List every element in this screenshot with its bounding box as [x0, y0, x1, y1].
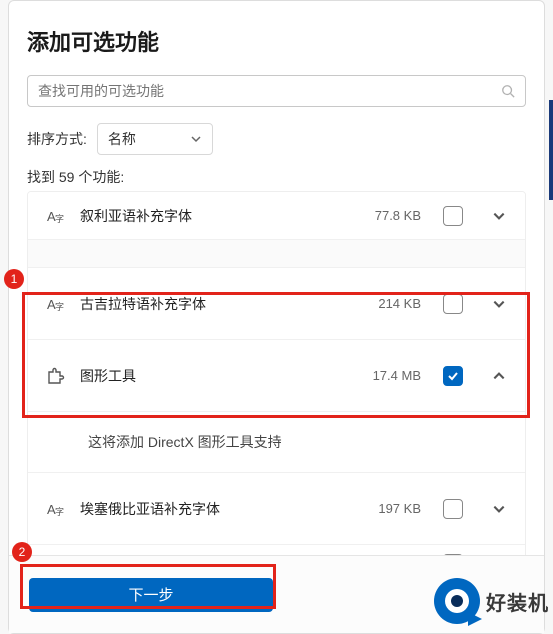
feature-checkbox[interactable]: [443, 294, 463, 314]
chevron-down-icon: [492, 209, 506, 223]
watermark-text: 好装机: [486, 587, 549, 616]
feature-size: 197 KB: [378, 501, 421, 516]
feature-size: 77.8 KB: [375, 208, 421, 223]
feature-description: 这将添加 DirectX 图形工具支持: [28, 412, 525, 473]
features-list: A字 叙利亚语补充字体 77.8 KB A字 古吉拉特语补充字体 214 KB: [27, 191, 526, 584]
next-button[interactable]: 下一步: [29, 578, 273, 612]
font-icon: A字: [44, 498, 66, 520]
list-gap: [28, 240, 525, 268]
collapse-toggle[interactable]: [489, 366, 509, 386]
chevron-up-icon: [492, 369, 506, 383]
feature-name: 图形工具: [80, 366, 359, 386]
check-icon: [447, 370, 459, 382]
dialog-title: 添加可选功能: [27, 25, 526, 57]
search-input[interactable]: [38, 83, 501, 99]
background-edge: [549, 100, 553, 200]
expand-toggle[interactable]: [489, 499, 509, 519]
sort-dropdown[interactable]: 名称: [97, 123, 213, 155]
feature-row[interactable]: A字 埃塞俄比亚语补充字体 197 KB: [28, 473, 525, 545]
feature-name: 古吉拉特语补充字体: [80, 294, 364, 314]
feature-checkbox[interactable]: [443, 366, 463, 386]
extension-icon: [44, 365, 66, 387]
feature-checkbox[interactable]: [443, 499, 463, 519]
annotation-badge-2: 2: [12, 542, 32, 562]
feature-name: 埃塞俄比亚语补充字体: [80, 499, 364, 519]
feature-name: 叙利亚语补充字体: [80, 206, 361, 226]
font-icon: A字: [44, 205, 66, 227]
feature-size: 17.4 MB: [373, 368, 421, 383]
svg-text:字: 字: [55, 213, 64, 224]
watermark: 好装机: [434, 578, 549, 624]
annotation-badge-1: 1: [4, 269, 24, 289]
sort-label: 排序方式:: [27, 129, 87, 149]
chevron-down-icon: [492, 297, 506, 311]
expand-toggle[interactable]: [489, 294, 509, 314]
feature-size: 214 KB: [378, 296, 421, 311]
search-icon: [501, 84, 515, 98]
search-input-container[interactable]: [27, 75, 526, 107]
expand-toggle[interactable]: [489, 206, 509, 226]
feature-row[interactable]: A字 古吉拉特语补充字体 214 KB: [28, 268, 525, 340]
chevron-down-icon: [190, 133, 202, 145]
font-icon: A字: [44, 293, 66, 315]
results-count: 找到 59 个功能:: [27, 167, 526, 187]
feature-checkbox[interactable]: [443, 206, 463, 226]
feature-row[interactable]: A字 叙利亚语补充字体 77.8 KB: [28, 192, 525, 240]
svg-text:字: 字: [55, 301, 64, 312]
watermark-logo-icon: [434, 578, 480, 624]
feature-row[interactable]: 图形工具 17.4 MB: [28, 340, 525, 412]
svg-text:字: 字: [55, 506, 64, 517]
sort-value: 名称: [108, 129, 136, 149]
add-optional-features-dialog: 添加可选功能 排序方式: 名称 找到 59 个功能: A字: [8, 0, 545, 634]
chevron-down-icon: [492, 502, 506, 516]
